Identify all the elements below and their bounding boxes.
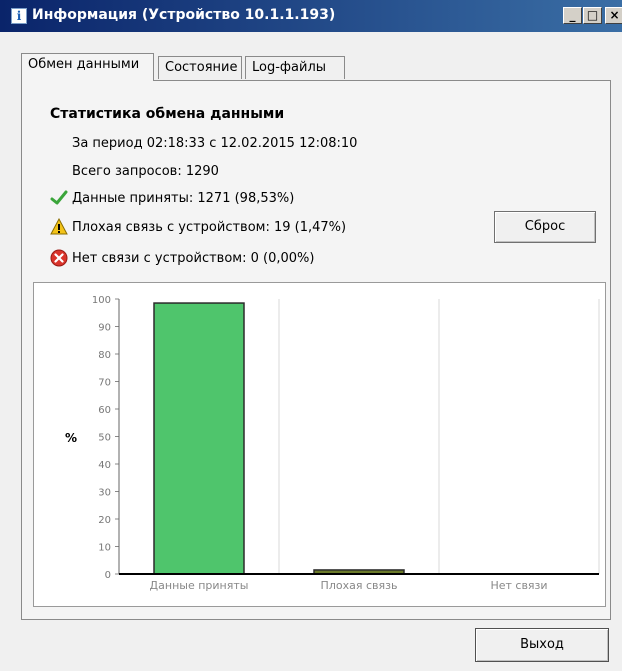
reset-button[interactable]: Сброс <box>494 211 596 243</box>
stats-total: Всего запросов: 1290 <box>72 164 219 179</box>
exit-button[interactable]: Выход <box>475 628 609 662</box>
stats-period: За период 02:18:33 с 12.02.2015 12:08:10 <box>72 136 358 151</box>
stats-title: Статистика обмена данными <box>50 106 285 122</box>
y-tick-label: 20 <box>98 515 111 526</box>
x-tick-label: Плохая связь <box>321 579 398 592</box>
stats-no-connection: Нет связи с устройством: 0 (0,00%) <box>72 251 315 266</box>
stats-bad-connection: Плохая связь с устройством: 19 (1,47%) <box>72 220 347 235</box>
title-bar[interactable]: i Информация (Устройство 10.1.1.193) _ □… <box>0 0 622 32</box>
y-tick-label: 10 <box>98 543 111 554</box>
bar-0 <box>153 302 245 575</box>
bar-chart: 0 10 20 30 40 50 60 70 80 90 100% Данные приняты Пло… <box>65 295 600 592</box>
x-tick-label: Данные приняты <box>150 579 249 592</box>
chart-area: 0 10 20 30 40 50 60 70 80 90 100% Данные приняты Пло… <box>33 282 606 607</box>
y-tick-label: 100 <box>92 295 111 306</box>
y-axis-label: % <box>65 431 77 445</box>
info-window: i Информация (Устройство 10.1.1.193) _ □… <box>0 0 622 671</box>
y-tick-label: 90 <box>98 323 111 334</box>
y-tick-label: 0 <box>105 570 111 581</box>
x-tick-label: Нет связи <box>490 579 547 592</box>
y-tick-label: 70 <box>98 378 111 389</box>
info-icon: i <box>11 8 27 24</box>
tab-log-files[interactable]: Log-файлы <box>245 56 345 79</box>
y-tick-label: 30 <box>98 488 111 499</box>
window-title: Информация (Устройство 10.1.1.193) <box>32 7 336 23</box>
y-tick-label: 80 <box>98 350 111 361</box>
minimize-button[interactable]: _ <box>563 7 582 24</box>
y-tick-label: 60 <box>98 405 111 416</box>
check-icon <box>50 190 68 205</box>
tab-status[interactable]: Состояние <box>158 56 242 79</box>
error-icon <box>50 249 68 267</box>
warning-icon <box>50 218 68 235</box>
y-tick-label: 50 <box>98 433 111 444</box>
maximize-button[interactable]: □ <box>583 7 602 24</box>
close-button[interactable]: × <box>605 7 622 24</box>
y-tick-label: 40 <box>98 460 111 471</box>
stats-received: Данные приняты: 1271 (98,53%) <box>72 191 295 206</box>
tab-data-exchange[interactable]: Обмен данными <box>21 53 154 81</box>
